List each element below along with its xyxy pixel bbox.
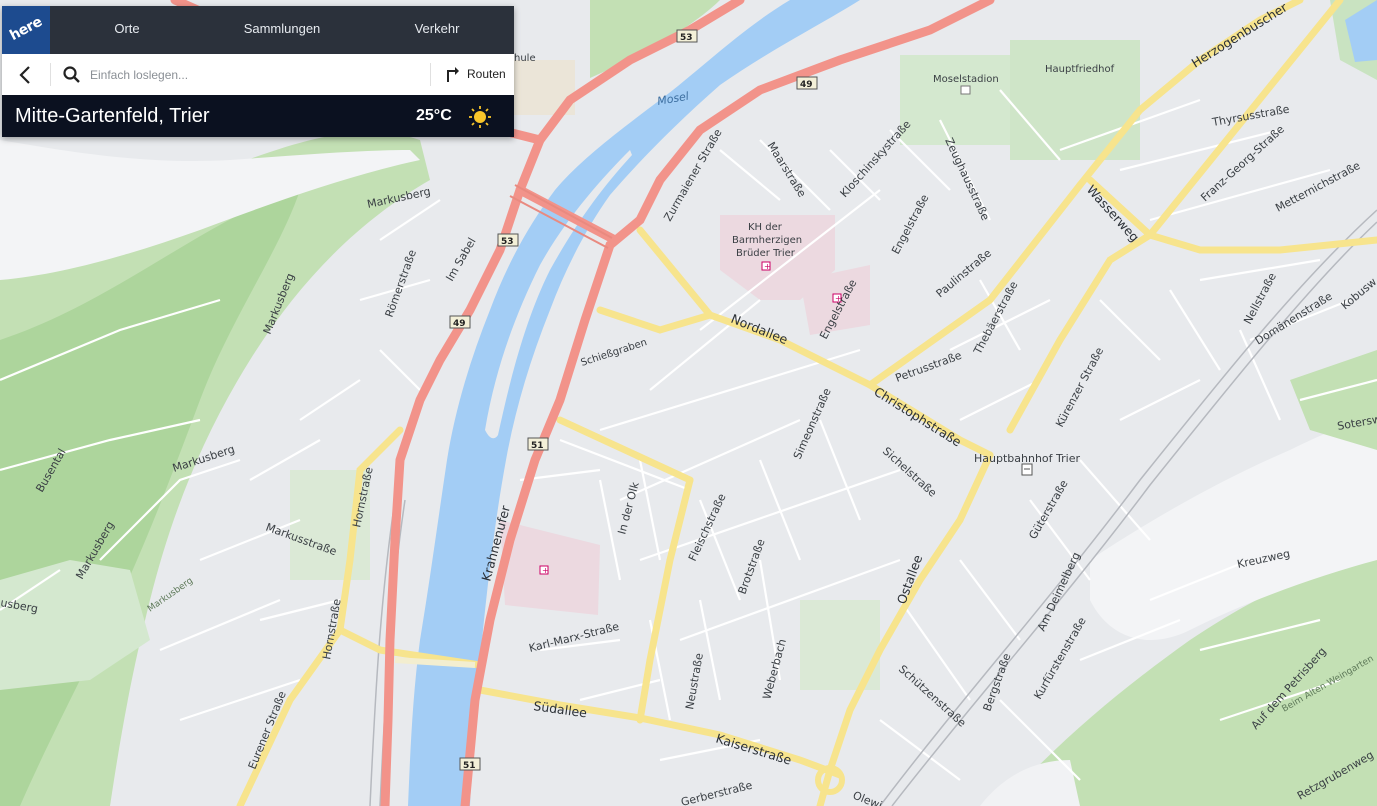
place-label: Moselstadion <box>933 74 999 85</box>
back-button[interactable] <box>12 63 40 87</box>
location-name: Mitte-Gartenfeld, Trier <box>15 105 210 127</box>
road-shield: 51 <box>459 757 481 771</box>
location-info-bar: Mitte-Gartenfeld, Trier 25°C <box>2 95 514 137</box>
road-shield: 49 <box>449 315 471 329</box>
road-shield-label: 49 <box>800 80 813 90</box>
road-shield: 53 <box>676 29 698 43</box>
nav-verkehr[interactable]: Verkehr <box>382 6 492 54</box>
station-label: Hauptbahnhof Trier <box>974 452 1080 465</box>
route-label: Routen <box>467 67 506 81</box>
hospital-label: Brüder Trier <box>736 248 796 259</box>
route-button[interactable]: Routen <box>442 62 510 88</box>
search-icon[interactable] <box>62 65 82 85</box>
logo-text: here <box>7 13 45 45</box>
road-shield: 51 <box>527 437 549 451</box>
train-station-icon[interactable] <box>1021 463 1033 476</box>
search-panel: here Orte Sammlungen Verkehr Routen Mitt… <box>2 6 514 137</box>
road-shield-label: 53 <box>680 33 693 43</box>
nav-orte[interactable]: Orte <box>72 6 182 54</box>
road-shield: 53 <box>497 233 519 247</box>
park-moselstadion <box>900 55 1010 145</box>
road-shield-label: 51 <box>463 761 476 771</box>
road-shield-label: 53 <box>501 237 514 247</box>
park-hauptfriedhof <box>1010 40 1140 160</box>
search-input[interactable] <box>88 61 422 89</box>
place-label: Hauptfriedhof <box>1045 64 1115 75</box>
top-navigation: here Orte Sammlungen Verkehr <box>2 6 514 54</box>
road-shield: 49 <box>796 76 818 90</box>
road-shield-label: 51 <box>531 441 544 451</box>
chevron-left-icon <box>19 66 30 84</box>
hospital-label: Barmherzigen <box>732 235 802 246</box>
divider <box>50 63 51 86</box>
search-bar: Routen <box>2 54 514 96</box>
hospital-icon[interactable]: + <box>761 261 771 271</box>
svg-text:+: + <box>764 262 771 271</box>
hospital-icon[interactable]: + <box>539 565 549 575</box>
temperature: 25°C <box>416 107 452 124</box>
road-shield-label: 49 <box>453 319 466 329</box>
route-icon <box>447 67 459 82</box>
sun-icon <box>469 106 491 128</box>
stadium-icon[interactable] <box>960 85 971 95</box>
place-label: hule <box>514 53 536 64</box>
hospital-label: KH der <box>748 222 783 233</box>
divider <box>430 63 431 86</box>
nav-sammlungen[interactable]: Sammlungen <box>227 6 337 54</box>
here-logo[interactable]: here <box>2 6 50 54</box>
svg-text:+: + <box>542 566 549 575</box>
